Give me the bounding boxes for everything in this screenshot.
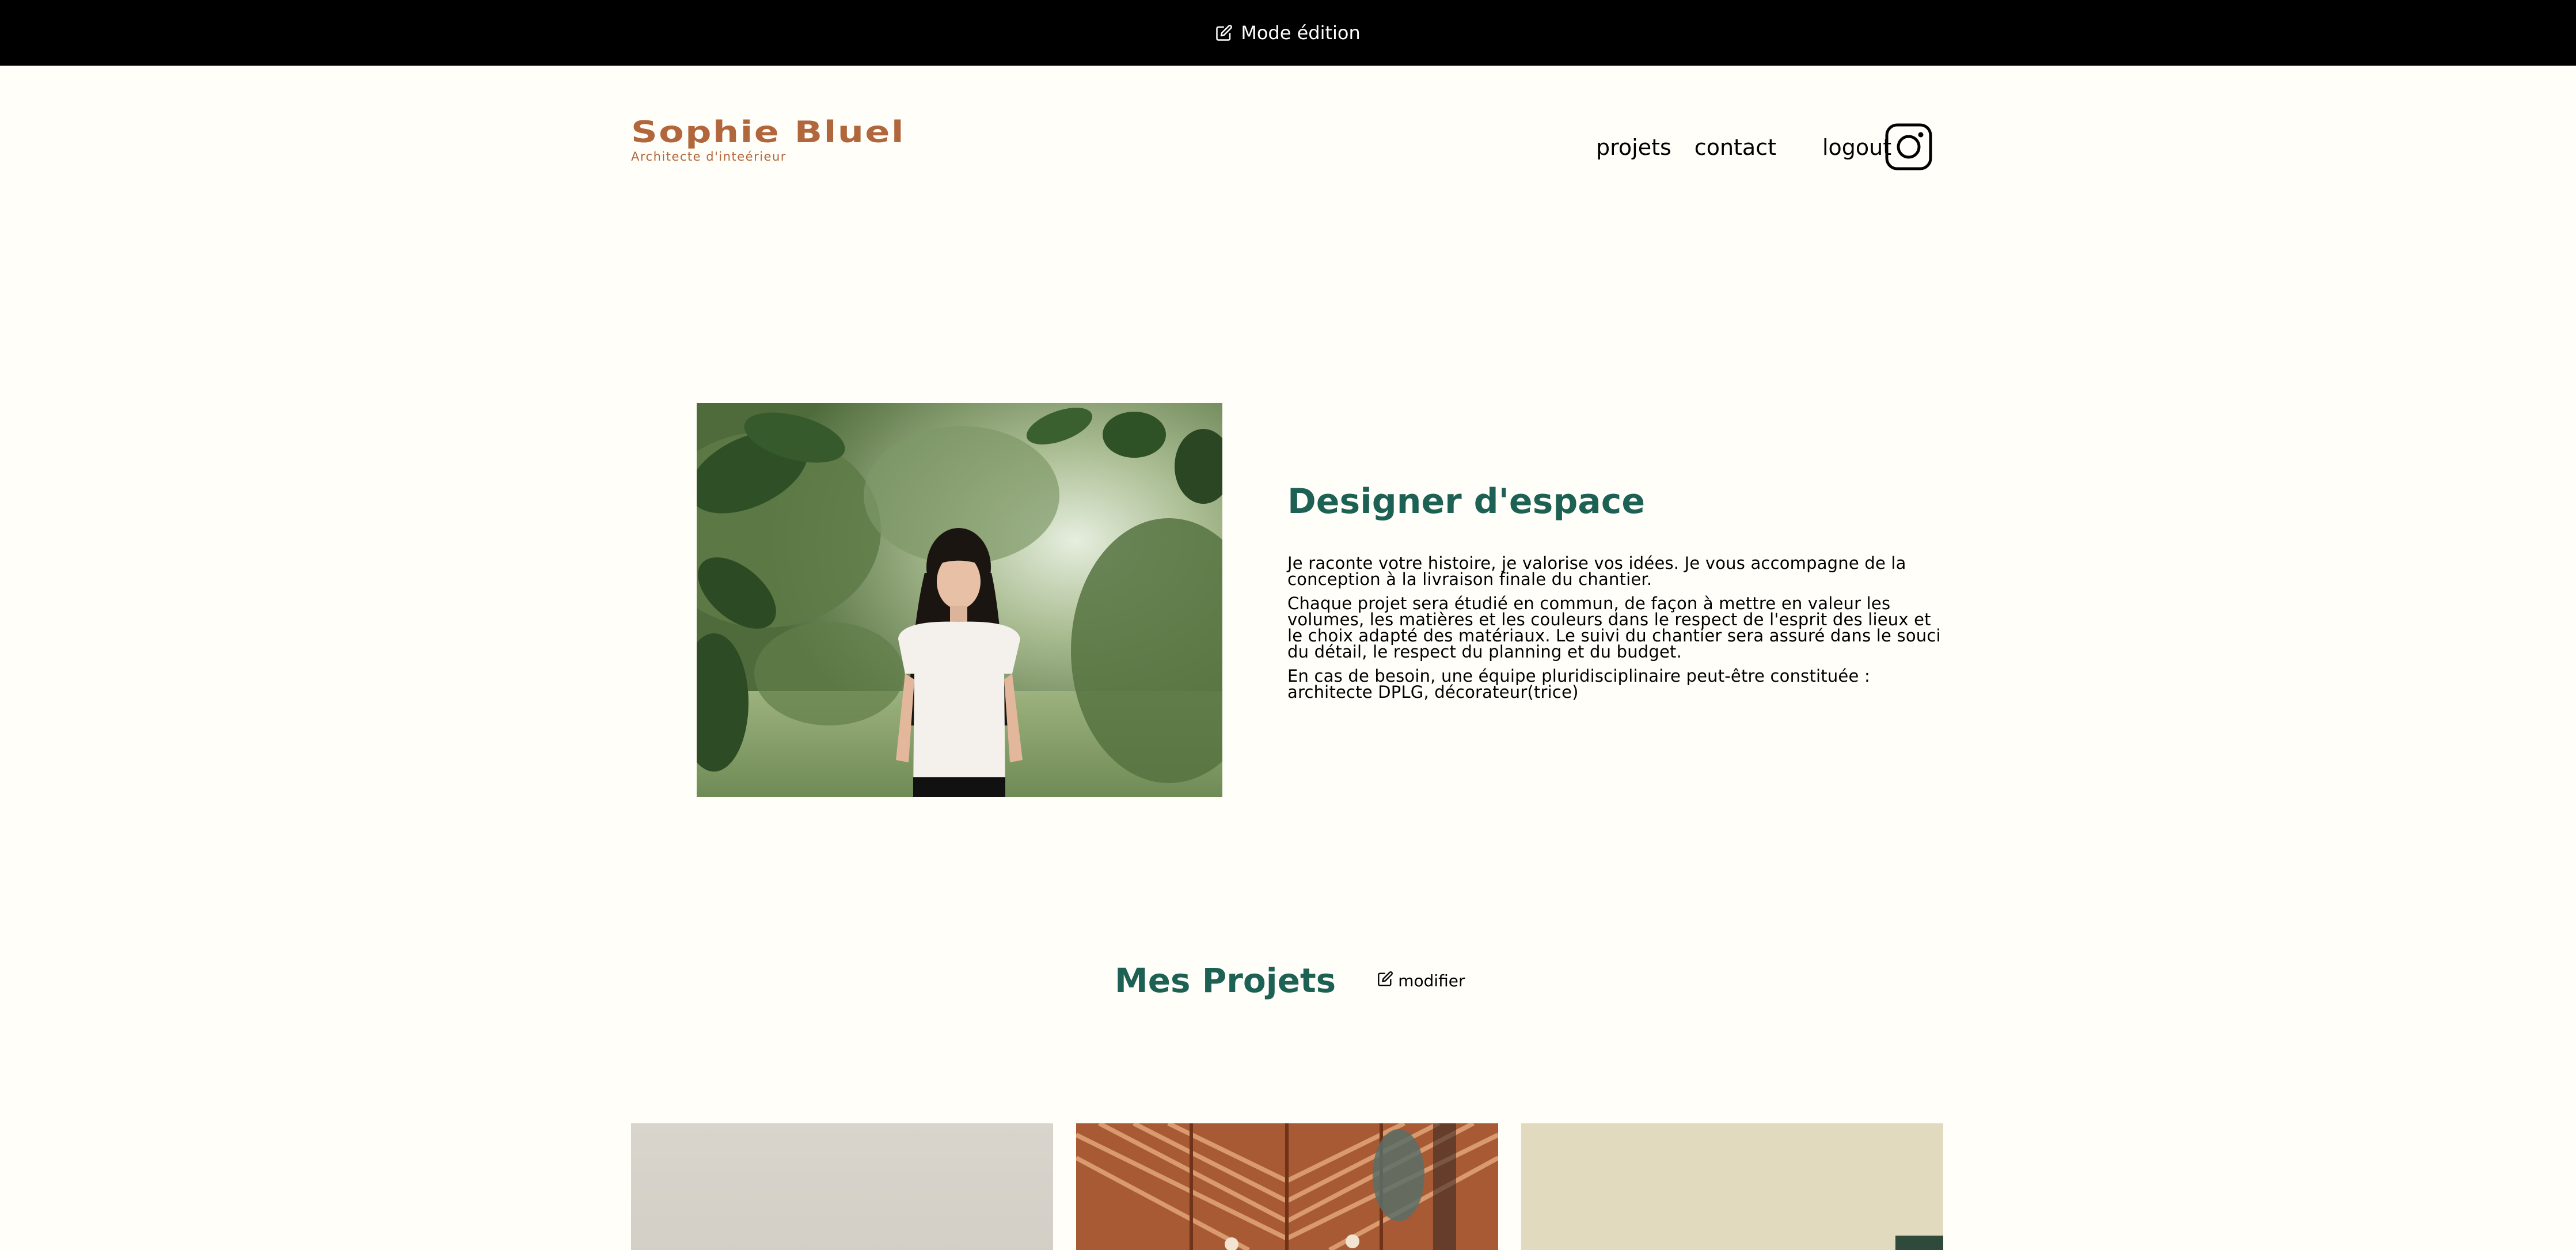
- edit-mode-label: Mode édition: [1241, 22, 1361, 44]
- modify-projects-button[interactable]: modifier: [1377, 971, 1465, 991]
- project-image[interactable]: [1076, 1123, 1498, 1250]
- modify-label: modifier: [1398, 971, 1465, 991]
- about-title: Designer d'espace: [1287, 481, 1646, 522]
- projects-title: Mes Projets: [1115, 961, 1336, 1000]
- project-image[interactable]: [1521, 1123, 1943, 1250]
- edit-mode-banner: Mode édition: [0, 0, 2576, 66]
- main-nav: projets contact logout: [1596, 135, 1891, 160]
- instagram-icon[interactable]: [1885, 123, 1932, 170]
- project-image[interactable]: [631, 1123, 1053, 1250]
- about-paragraph-2: Chaque projet sera étudié en commun, de …: [1287, 594, 1941, 662]
- logo-name: Sophie Bluel: [631, 115, 906, 150]
- about-section: Designer d'espace Je raconte votre histo…: [1287, 482, 1950, 708]
- about-paragraph-3: En cas de besoin, une équipe pluridiscip…: [1287, 666, 1870, 702]
- site-logo[interactable]: Sophie Bluel Architecte d'inteérieur: [631, 117, 904, 164]
- nav-logout-link[interactable]: logout: [1822, 135, 1891, 160]
- nav-projets-link[interactable]: projets: [1596, 135, 1671, 160]
- edit-icon: [1215, 24, 1233, 41]
- nav-contact-link[interactable]: contact: [1694, 135, 1776, 160]
- projects-gallery: [631, 1123, 1943, 1250]
- edit-icon: [1377, 971, 1393, 991]
- projects-header: Mes Projets modifier: [1115, 961, 1465, 1000]
- portrait-image: [697, 403, 1222, 797]
- logo-subtitle: Architecte d'inteérieur: [631, 150, 787, 164]
- about-paragraph-1: Je raconte votre histoire, je valorise v…: [1287, 553, 1906, 589]
